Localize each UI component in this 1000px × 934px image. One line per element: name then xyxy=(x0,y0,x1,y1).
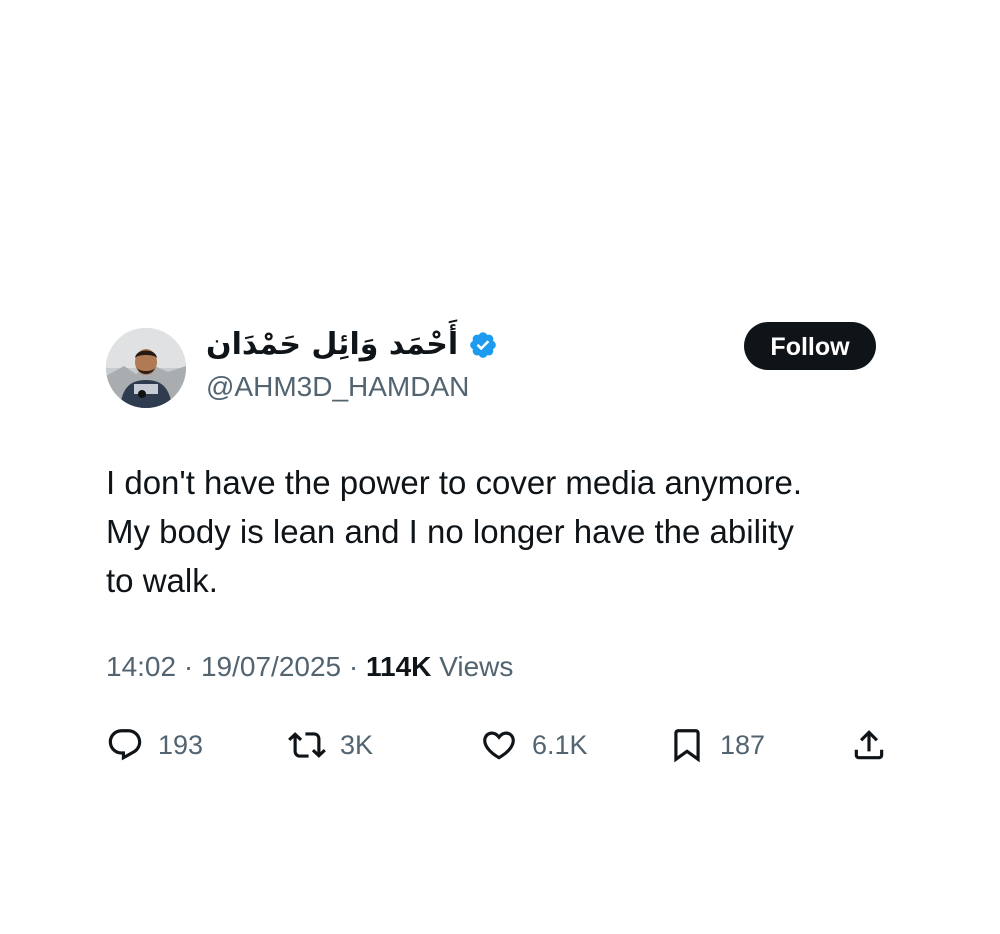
reply-icon xyxy=(106,726,144,764)
avatar[interactable] xyxy=(106,328,186,408)
tweet-text: I don't have the power to cover media an… xyxy=(106,458,896,605)
views-count: 114K xyxy=(366,651,432,682)
tweet-card: أَحْمَد وَائِل حَمْدَان @AHM3D_HAMDAN Fo… xyxy=(106,322,896,767)
action-bar: 193 3K 6.1K 187 xyxy=(106,723,896,767)
tweet-text-line: to walk. xyxy=(106,562,218,599)
repost-button[interactable]: 3K xyxy=(288,723,373,767)
meta-separator: · xyxy=(348,651,359,682)
views-label: Views xyxy=(439,651,514,682)
bookmark-button[interactable]: 187 xyxy=(668,723,765,767)
meta-separator: · xyxy=(183,651,194,682)
follow-button[interactable]: Follow xyxy=(744,322,876,370)
display-name[interactable]: أَحْمَد وَائِل حَمْدَان xyxy=(206,325,458,365)
reply-count: 193 xyxy=(158,729,204,760)
tweet-meta: 14:02 · 19/07/2025 · 114K Views xyxy=(106,649,896,685)
repost-count: 3K xyxy=(340,729,374,760)
heart-icon xyxy=(480,726,518,764)
display-name-row[interactable]: أَحْمَد وَائِل حَمْدَان xyxy=(206,324,498,366)
verified-badge-icon xyxy=(468,330,498,360)
author-names: أَحْمَد وَائِل حَمْدَان @AHM3D_HAMDAN xyxy=(206,324,498,404)
tweet-text-line: I don't have the power to cover media an… xyxy=(106,464,803,501)
author-handle[interactable]: @AHM3D_HAMDAN xyxy=(206,370,498,404)
tweet-text-line: My body is lean and I no longer have the… xyxy=(106,513,794,550)
bookmark-count: 187 xyxy=(720,729,766,760)
share-icon xyxy=(850,726,888,764)
like-button[interactable]: 6.1K xyxy=(480,723,588,767)
tweet-time[interactable]: 14:02 xyxy=(106,651,176,682)
repost-icon xyxy=(288,726,326,764)
tweet-date[interactable]: 19/07/2025 xyxy=(201,651,341,682)
like-count: 6.1K xyxy=(532,729,588,760)
bookmark-icon xyxy=(668,726,706,764)
tweet-header: أَحْمَد وَائِل حَمْدَان @AHM3D_HAMDAN Fo… xyxy=(106,322,896,414)
share-button[interactable] xyxy=(850,723,888,767)
reply-button[interactable]: 193 xyxy=(106,723,203,767)
